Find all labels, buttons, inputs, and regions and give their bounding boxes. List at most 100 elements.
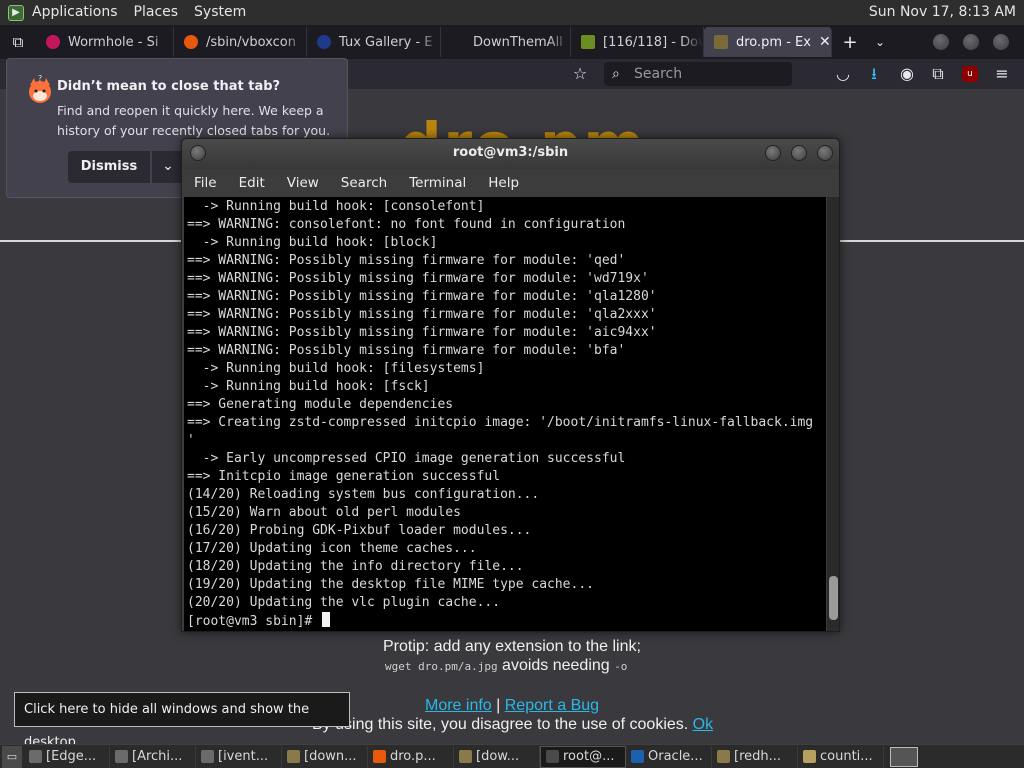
account-icon[interactable]: ◉	[895, 62, 919, 86]
taskbar-item-label: root@...	[563, 749, 615, 764]
applications-icon[interactable]: ▶	[8, 4, 24, 21]
downloads-icon[interactable]: ⭳	[862, 62, 886, 86]
terminal-scrollbar[interactable]	[827, 197, 839, 631]
task-list: [Edge... [Archi... [ivent... [down... dro.p.…	[24, 745, 884, 768]
terminal-line: (15/20) Warn about old perl modules	[187, 505, 461, 520]
wget-flag: -o	[614, 660, 628, 673]
terminal-line: -> Running build hook: [filesystems]	[187, 361, 485, 376]
firefox-fox-icon: ?	[29, 75, 51, 103]
browser-tab[interactable]: /sbin/vboxcon	[174, 27, 307, 57]
report-bug-link[interactable]: Report a Bug	[505, 697, 599, 714]
terminal-cursor	[322, 612, 331, 627]
window-icon	[373, 750, 386, 763]
terminal-title: root@vm3:/sbin	[452, 145, 569, 160]
search-input[interactable]: ⌕ Search	[604, 62, 792, 86]
minimize-window-button[interactable]	[765, 145, 781, 161]
minimize-window-button[interactable]	[933, 34, 949, 50]
browser-tab[interactable]: Tux Gallery - E	[307, 27, 441, 57]
menu-file[interactable]: File	[182, 175, 227, 191]
browser-tab[interactable]: Wormhole - Si	[36, 27, 174, 57]
tab-favicon-icon	[184, 35, 198, 49]
menu-edit[interactable]: Edit	[227, 175, 275, 191]
bookmark-star-icon[interactable]: ☆	[568, 62, 592, 86]
menu-places[interactable]: Places	[126, 0, 187, 25]
tab-favicon-icon	[581, 35, 595, 49]
cookie-notice: By using this site, you disagree to the …	[312, 716, 713, 734]
bottom-taskbar: ▭ [Edge... [Archi... [ivent... [down... dro.…	[0, 744, 1024, 768]
menu-help[interactable]: Help	[476, 175, 529, 191]
taskbar-item[interactable]: [down...	[282, 745, 368, 768]
taskbar-item-label: dro.p...	[390, 749, 436, 764]
maximize-window-button[interactable]	[791, 145, 807, 161]
menu-search[interactable]: Search	[329, 175, 397, 191]
taskbar-item[interactable]: Oracle...	[626, 745, 712, 768]
window-icon	[201, 750, 214, 763]
terminal-line: ==> WARNING: Possibly missing firmware f…	[187, 253, 626, 268]
menu-hamburger-icon[interactable]: ≡	[990, 62, 1014, 86]
svg-text:?: ?	[38, 75, 42, 83]
dismiss-button[interactable]: Dismiss	[68, 151, 150, 183]
taskbar-item-label: counti...	[820, 749, 873, 764]
close-window-button[interactable]	[817, 145, 833, 161]
tab-list-icon[interactable]: ⧉	[0, 33, 36, 51]
search-icon: ⌕	[612, 66, 620, 82]
terminal-screen[interactable]: -> Running build hook: [consolefont] ==> …	[184, 197, 826, 631]
terminal-line: ==> WARNING: Possibly missing firmware f…	[187, 271, 649, 286]
more-info-link[interactable]: More info	[425, 697, 492, 714]
new-tab-button[interactable]: +	[832, 32, 868, 53]
tab-favicon-icon	[46, 35, 60, 49]
workspace-switcher[interactable]	[890, 746, 918, 767]
menu-system[interactable]: System	[186, 0, 254, 25]
browser-tab-bar: ⧉ Wormhole - Si /sbin/vboxcon Tux Galler…	[0, 25, 1024, 59]
window-icon	[29, 750, 42, 763]
taskbar-item-label: [dow...	[476, 749, 520, 764]
taskbar-item[interactable]: [ivent...	[196, 745, 282, 768]
terminal-line: (17/20) Updating icon theme caches...	[187, 541, 477, 556]
chevron-down-icon[interactable]: ⌄	[152, 151, 184, 183]
tab-label: dro.pm - Ex	[736, 34, 811, 50]
window-icon	[717, 750, 730, 763]
chevron-down-icon[interactable]: ⌄	[868, 35, 892, 49]
taskbar-item[interactable]: counti...	[798, 745, 884, 768]
show-desktop-tooltip: Click here to hide all windows and show …	[14, 692, 350, 750]
browser-tab[interactable]: DownThemAll	[441, 27, 571, 57]
terminal-line: -> Running build hook: [consolefont]	[187, 199, 485, 214]
taskbar-item[interactable]: [redh...	[712, 745, 798, 768]
taskbar-item[interactable]: dro.p...	[368, 745, 454, 768]
taskbar-item[interactable]: root@...	[540, 745, 626, 768]
wget-tip: wget dro.pm/a.jpg avoids needing -o	[385, 657, 627, 675]
terminal-line: ==> WARNING: Possibly missing firmware f…	[187, 325, 657, 340]
browser-tab[interactable]: [116/118] - Dov	[571, 27, 704, 57]
maximize-window-button[interactable]	[963, 34, 979, 50]
show-desktop-icon[interactable]: ▭	[2, 745, 22, 768]
terminal-line: (19/20) Updating the desktop file MIME t…	[187, 577, 594, 592]
terminal-line: ==> Creating zstd-compressed initcpio im…	[187, 415, 814, 430]
taskbar-item[interactable]: [dow...	[454, 745, 540, 768]
pocket-icon[interactable]: ◡	[831, 62, 855, 86]
top-panel: ▶ Applications Places System Sun Nov 17,…	[0, 0, 1024, 25]
clock[interactable]: Sun Nov 17, 8:13 AM	[869, 0, 1016, 25]
terminal-prompt-line[interactable]: [root@vm3 sbin]#	[187, 612, 827, 631]
menu-applications[interactable]: Applications	[24, 0, 126, 25]
cookie-ok-link[interactable]: Ok	[693, 716, 713, 733]
ublock-icon[interactable]: u	[962, 66, 978, 82]
popup-title: Didn’t mean to close that tab?	[57, 79, 281, 94]
terminal-line: (20/20) Updating the vlc plugin cache...	[187, 595, 501, 610]
terminal-line: '	[187, 433, 195, 448]
extensions-icon[interactable]: ⧉	[926, 62, 950, 86]
tab-label: Wormhole - Si	[68, 34, 159, 50]
close-window-button[interactable]	[993, 34, 1009, 50]
menu-terminal[interactable]: Terminal	[397, 175, 476, 191]
terminal-line: ==> WARNING: Possibly missing firmware f…	[187, 289, 657, 304]
menu-view[interactable]: View	[275, 175, 329, 191]
window-icon	[459, 750, 472, 763]
close-tab-icon[interactable]: ✕	[819, 34, 831, 50]
terminal-prompt: [root@vm3 sbin]#	[187, 614, 321, 629]
scrollbar-thumb[interactable]	[829, 576, 838, 620]
taskbar-item-label: [Archi...	[132, 749, 183, 764]
taskbar-item[interactable]: [Edge...	[24, 745, 110, 768]
taskbar-item[interactable]: [Archi...	[110, 745, 196, 768]
terminal-output: -> Running build hook: [consolefont] ==> …	[187, 198, 827, 631]
browser-tab-active[interactable]: dro.pm - Ex ✕	[704, 27, 832, 57]
terminal-line: (14/20) Reloading system bus configurati…	[187, 487, 540, 502]
